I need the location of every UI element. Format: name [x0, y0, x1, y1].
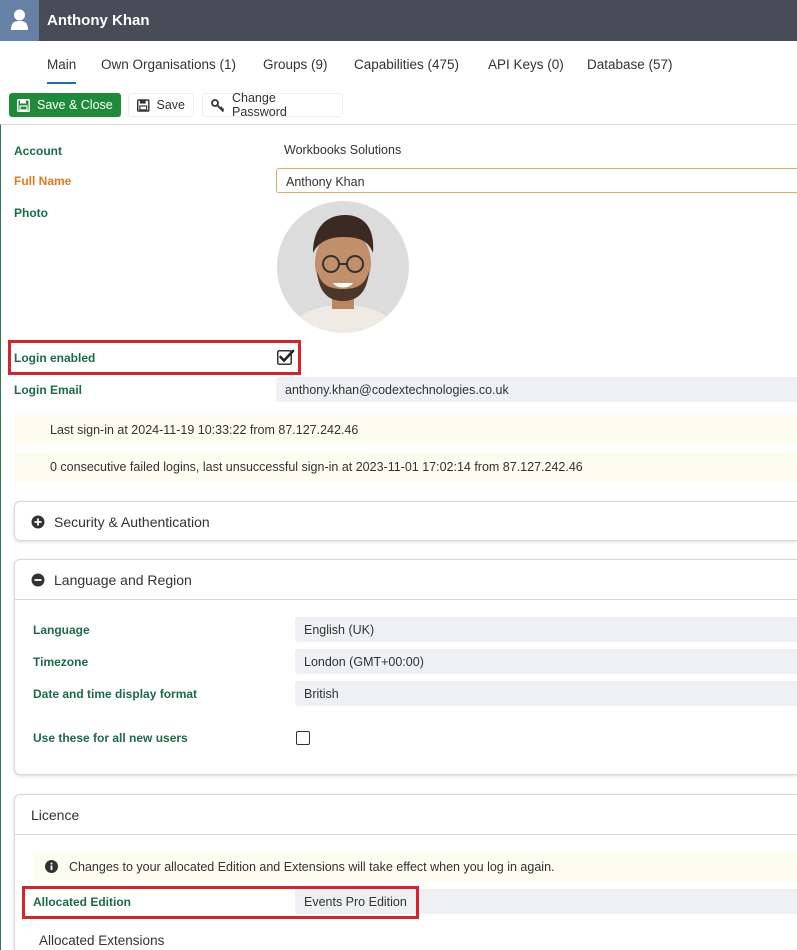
- security-authentication-title: Security & Authentication: [54, 514, 210, 530]
- account-label: Account: [14, 144, 62, 158]
- save-and-close-button[interactable]: Save & Close: [9, 93, 121, 117]
- key-icon: [211, 98, 225, 112]
- plus-circle-icon: [31, 515, 45, 529]
- date-format-select[interactable]: British: [295, 681, 797, 706]
- use-for-new-users-checkbox[interactable]: [296, 731, 310, 745]
- checkmark-icon: [277, 349, 295, 365]
- allocated-edition-label: Allocated Edition: [33, 895, 132, 909]
- profile-photo[interactable]: [277, 201, 409, 333]
- minus-circle-icon: [31, 573, 45, 587]
- save-button[interactable]: Save: [128, 93, 194, 117]
- timezone-select[interactable]: London (GMT+00:00): [295, 649, 797, 674]
- timezone-label: Timezone: [33, 655, 89, 669]
- tab-capabilities[interactable]: Capabilities (475): [354, 57, 459, 72]
- licence-title: Licence: [31, 806, 80, 823]
- tab-database[interactable]: Database (57): [587, 57, 673, 72]
- language-select[interactable]: English (UK): [295, 617, 797, 642]
- login-enabled-checkbox[interactable]: [277, 349, 295, 365]
- title-bar: Anthony Khan: [0, 0, 797, 41]
- profile-photo-image: [277, 201, 409, 333]
- language-label: Language: [33, 623, 90, 637]
- account-value[interactable]: Workbooks Solutions: [284, 143, 401, 157]
- toolbar: Save & Close Save Change Password: [0, 88, 797, 124]
- tab-bar: Main Own Organisations (1) Groups (9) Ca…: [0, 41, 797, 88]
- language-region-title: Language and Region: [54, 571, 192, 588]
- login-enabled-label: Login enabled: [14, 351, 96, 365]
- login-email-field[interactable]: anthony.khan@codextechnologies.co.uk: [276, 377, 797, 402]
- language-region-header[interactable]: Language and Region: [15, 560, 797, 600]
- tab-main[interactable]: Main: [47, 57, 77, 84]
- licence-info-notice: Changes to your allocated Edition and Ex…: [33, 852, 797, 882]
- user-icon: [11, 9, 28, 30]
- save-label: Save: [156, 98, 186, 112]
- full-name-label: Full Name: [14, 174, 72, 188]
- save-and-close-label: Save & Close: [37, 98, 113, 112]
- use-for-new-users-label: Use these for all new users: [33, 731, 188, 745]
- tab-api-keys[interactable]: API Keys (0): [488, 57, 564, 72]
- security-authentication-header[interactable]: Security & Authentication: [15, 502, 797, 542]
- tab-own-organisations[interactable]: Own Organisations (1): [101, 57, 236, 72]
- licence-header[interactable]: Licence: [15, 795, 797, 835]
- tab-groups[interactable]: Groups (9): [263, 57, 328, 72]
- full-name-input[interactable]: Anthony Khan: [276, 168, 797, 193]
- change-password-label: Change Password: [231, 91, 287, 119]
- licence-info-text: Changes to your allocated Edition and Ex…: [69, 860, 555, 874]
- floppy-disk-icon: [137, 98, 150, 112]
- login-email-label: Login Email: [14, 383, 83, 397]
- date-format-label: Date and time display format: [33, 687, 198, 701]
- floppy-disk-icon: [17, 98, 30, 112]
- allocated-extensions-label: Allocated Extensions: [39, 933, 165, 948]
- security-authentication-panel: Security & Authentication: [14, 501, 797, 541]
- failed-logins-notice: 0 consecutive failed logins, last unsucc…: [14, 452, 797, 482]
- user-avatar-box: [0, 0, 39, 41]
- change-password-button[interactable]: Change Password: [202, 91, 343, 119]
- photo-label: Photo: [14, 206, 48, 220]
- allocated-edition-select[interactable]: Events Pro Edition: [295, 889, 797, 914]
- page-title: Anthony Khan: [47, 12, 150, 29]
- last-signin-notice: Last sign-in at 2024-11-19 10:33:22 from…: [14, 415, 797, 445]
- info-circle-icon: [45, 860, 58, 876]
